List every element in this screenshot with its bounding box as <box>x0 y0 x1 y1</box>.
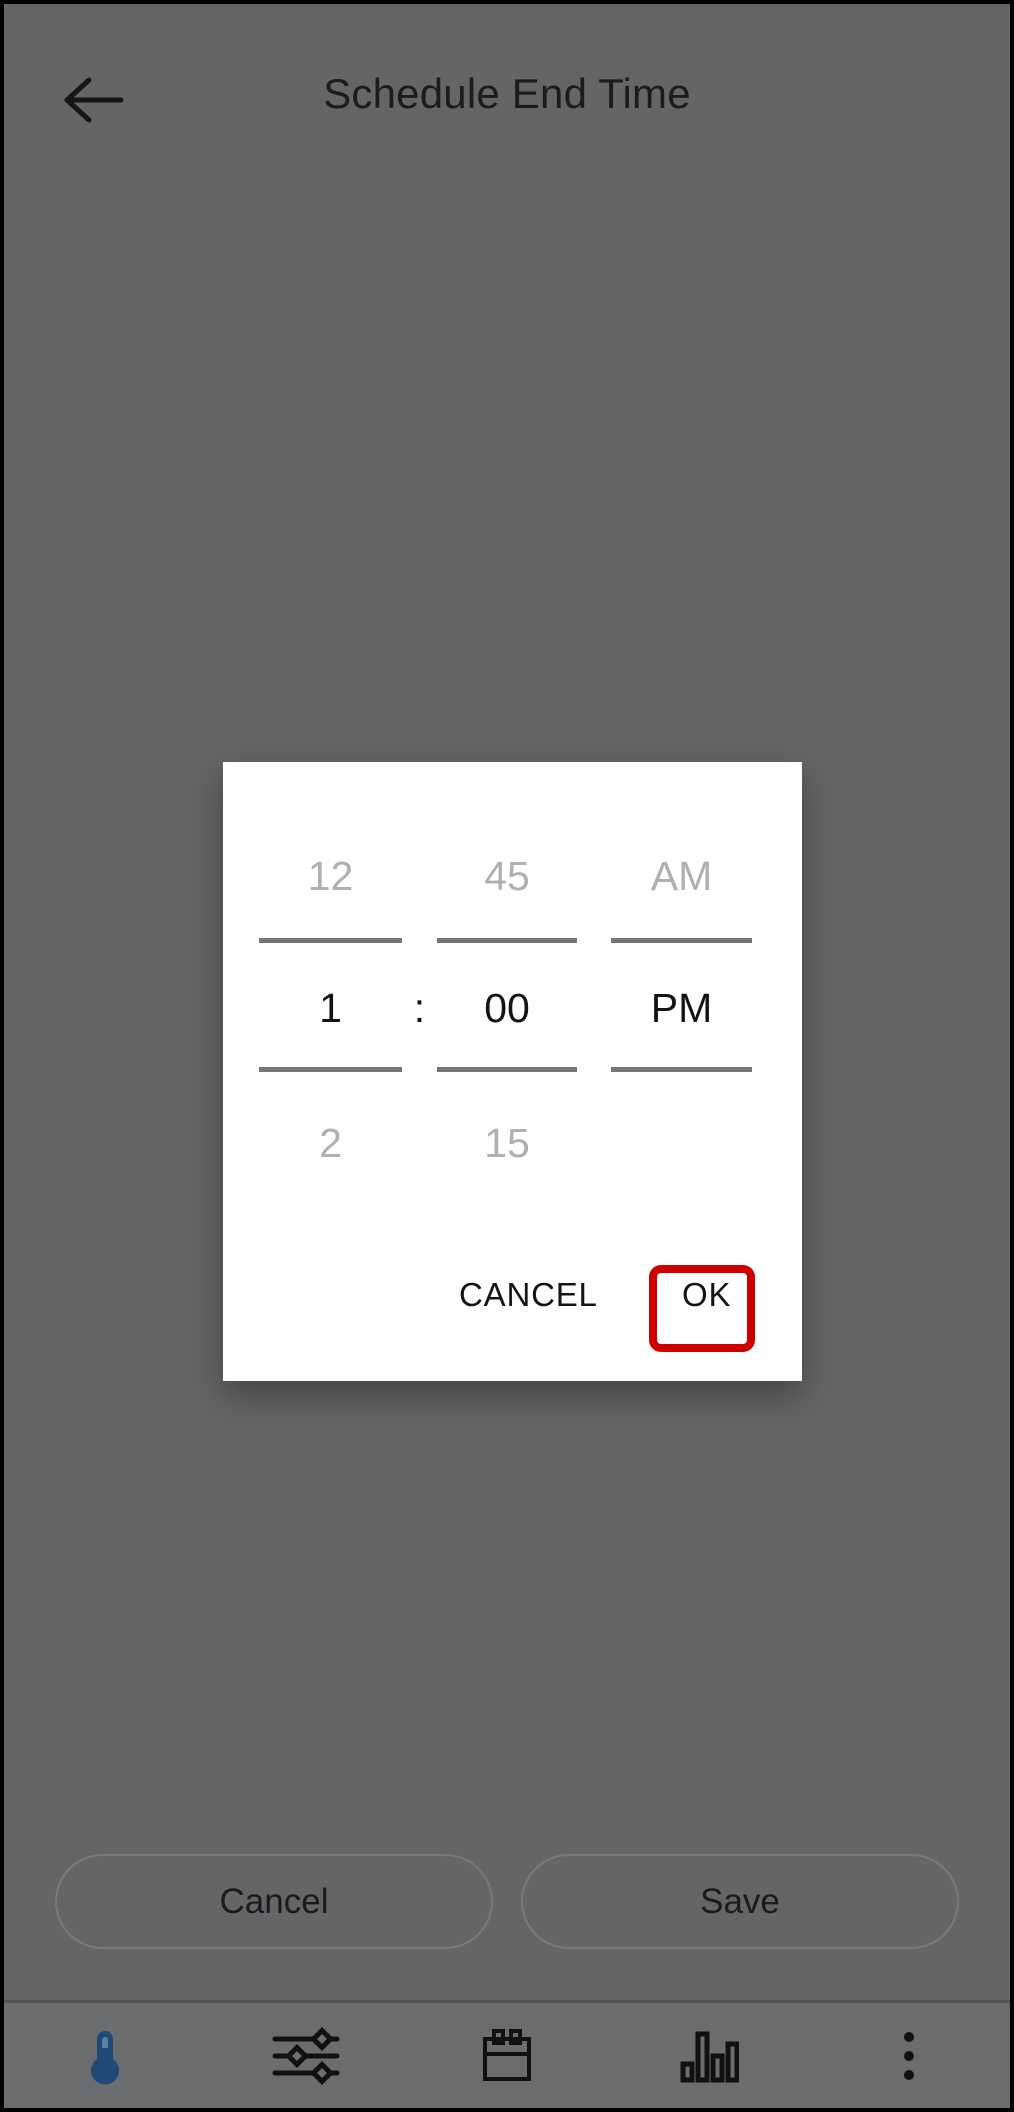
phone-frame: Schedule End Time Cancel Save 12 45 AM 1… <box>0 0 1014 2112</box>
thermometer-icon <box>81 2025 129 2087</box>
page-title: Schedule End Time <box>323 70 691 117</box>
minute-previous-value[interactable]: 45 <box>437 850 577 902</box>
meridiem-selected-value[interactable]: PM <box>611 982 752 1034</box>
nav-item-controls[interactable] <box>205 2003 406 2108</box>
time-separator: : <box>413 985 426 1031</box>
meridiem-divider-top <box>611 938 752 943</box>
hour-selected-value[interactable]: 1 <box>259 982 402 1034</box>
hour-divider-top <box>259 938 402 943</box>
hour-divider-bottom <box>259 1067 402 1072</box>
nav-item-schedule[interactable] <box>406 2003 607 2108</box>
minute-next-value[interactable]: 15 <box>437 1117 577 1169</box>
cancel-button[interactable]: Cancel <box>55 1854 493 1949</box>
bar-chart-icon <box>677 2025 740 2087</box>
bottom-action-bar: Cancel Save <box>4 1849 1010 1954</box>
meridiem-previous-value[interactable]: AM <box>611 850 752 902</box>
minute-selected-value[interactable]: 00 <box>437 982 577 1034</box>
time-picker: 12 45 AM 1 : 00 PM 2 15 <box>223 762 802 1202</box>
overflow-menu-icon <box>899 2025 919 2087</box>
nav-item-temperature[interactable] <box>4 2003 205 2108</box>
calendar-icon <box>476 2025 538 2087</box>
time-picker-dialog: 12 45 AM 1 : 00 PM 2 15 CANCEL OK <box>223 762 802 1381</box>
bottom-navigation-bar <box>4 2003 1010 2108</box>
save-button[interactable]: Save <box>521 1854 959 1949</box>
dialog-action-row: CANCEL OK <box>223 1240 802 1350</box>
sliders-icon <box>271 2025 341 2087</box>
dialog-ok-button[interactable]: OK <box>660 1262 753 1328</box>
dialog-cancel-button[interactable]: CANCEL <box>445 1262 612 1328</box>
minute-divider-bottom <box>437 1067 577 1072</box>
minute-divider-top <box>437 938 577 943</box>
app-bar: Schedule End Time <box>4 4 1010 148</box>
nav-item-overflow-menu[interactable] <box>809 2003 1010 2108</box>
hour-previous-value[interactable]: 12 <box>259 850 402 902</box>
meridiem-divider-bottom <box>611 1067 752 1072</box>
nav-item-statistics[interactable] <box>608 2003 809 2108</box>
meridiem-next-value[interactable] <box>611 1117 752 1169</box>
app-screen: Schedule End Time Cancel Save 12 45 AM 1… <box>4 4 1010 2108</box>
hour-next-value[interactable]: 2 <box>259 1117 402 1169</box>
